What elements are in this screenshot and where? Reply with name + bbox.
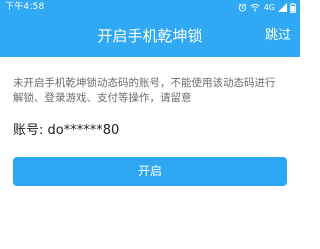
status-time: 下午4:58 [5, 2, 45, 12]
skip-button[interactable]: 跳过 [265, 15, 291, 57]
notice-line-2: 解锁、登录游戏、支付等操作，请留意 [13, 92, 192, 104]
open-button[interactable]: 开启 [13, 157, 287, 186]
alarm-icon [238, 3, 247, 12]
network-label: 4G [263, 3, 275, 12]
account-label: 账号: [13, 123, 44, 138]
notice-text: 未开启手机乾坤锁动态码的账号，不能使用该动态码进行 解锁、登录游戏、支付等操作，… [13, 76, 295, 106]
wifi-icon [250, 3, 260, 12]
battery-icon [290, 2, 296, 13]
signal-icon [278, 3, 287, 12]
status-icons: 4G [238, 0, 296, 15]
account-value: do******80 [47, 123, 120, 138]
account-row: 账号: do******80 [13, 122, 119, 140]
title-bar: 开启手机乾坤锁 跳过 [0, 15, 300, 57]
status-bar: 下午4:58 4G [0, 0, 300, 15]
page-title: 开启手机乾坤锁 [97, 27, 203, 45]
notice-line-1: 未开启手机乾坤锁动态码的账号，不能使用该动态码进行 [13, 77, 276, 89]
screen: 下午4:58 4G 开启手机乾坤锁 跳过 未开启手机乾坤锁动态码的账号，不能使用… [0, 0, 300, 249]
